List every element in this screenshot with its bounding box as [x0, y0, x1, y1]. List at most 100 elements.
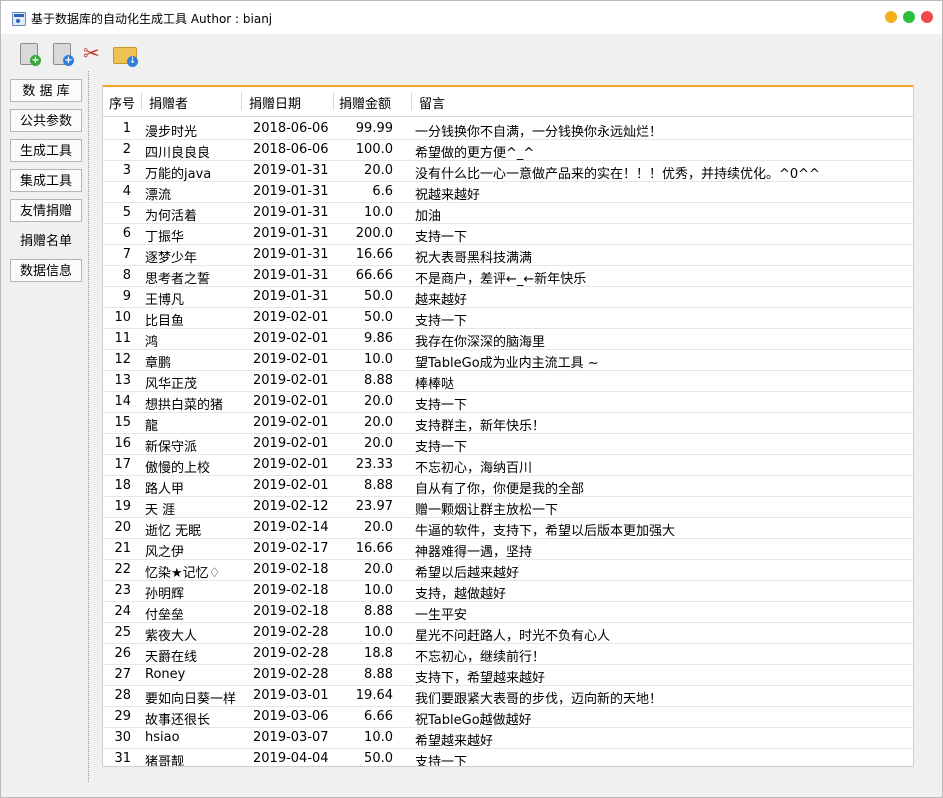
cell-name: 四川良良良 [145, 146, 211, 161]
column-resizer[interactable] [241, 92, 242, 110]
download-icon: ↓ [127, 56, 138, 67]
table-row[interactable]: 13 风华正茂 2019-02-01 8.88 棒棒哒 [103, 371, 913, 392]
table-row[interactable]: 11 鸿 2019-02-01 9.86 我存在你深深的脑海里 [103, 329, 913, 350]
nav-button-2[interactable]: 生成工具 [10, 139, 82, 162]
column-header-amount[interactable]: 捐赠金额 [339, 93, 391, 112]
column-header-message[interactable]: 留言 [419, 93, 445, 112]
cell-amount: 10.0 [364, 205, 393, 220]
table-row[interactable]: 6 丁振华 2019-01-31 200.0 支持一下 [103, 224, 913, 245]
nav-button-6[interactable]: 数据信息 [10, 259, 82, 282]
cell-name: 比目鱼 [145, 314, 185, 329]
maximize-button[interactable] [903, 11, 915, 23]
window-title: 基于数据库的自动化生成工具 Author : bianj [31, 12, 273, 26]
plus-icon: + [30, 55, 41, 66]
cell-date: 2019-01-31 [253, 247, 329, 262]
table-row[interactable]: 5 为何活着 2019-01-31 10.0 加油 [103, 203, 913, 224]
cell-date: 2018-06-06 [253, 142, 329, 157]
cell-amount: 20.0 [364, 415, 393, 430]
column-header-date[interactable]: 捐赠日期 [249, 93, 301, 112]
table-row[interactable]: 27 Roney 2019-02-28 8.88 支持下，希望越来越好 [103, 665, 913, 686]
add-connection-button[interactable]: + [49, 41, 75, 67]
cell-no: 11 [114, 331, 131, 346]
cell-message: 不忘初心，海纳百川 [415, 461, 533, 476]
table-row[interactable]: 29 故事还很长 2019-03-06 6.66 祝TableGo越做越好 [103, 707, 913, 728]
cell-no: 31 [114, 751, 131, 766]
table-row[interactable]: 25 紫夜大人 2019-02-28 10.0 星光不问赶路人，时光不负有心人 [103, 623, 913, 644]
minimize-button[interactable] [885, 11, 897, 23]
table-row[interactable]: 15 龍 2019-02-01 20.0 支持群主，新年快乐！ [103, 413, 913, 434]
table-row[interactable]: 21 风之伊 2019-02-17 16.66 神器难得一遇，坚持 [103, 539, 913, 560]
table-row[interactable]: 7 逐梦少年 2019-01-31 16.66 祝大表哥黑科技满满 [103, 245, 913, 266]
table-row[interactable]: 17 傲慢的上校 2019-02-01 23.33 不忘初心，海纳百川 [103, 455, 913, 476]
cell-name: 猪哥靓 [145, 755, 185, 767]
table-row[interactable]: 22 忆染★记忆♢ 2019-02-18 20.0 希望以后越来越好 [103, 560, 913, 581]
cell-amount: 100.0 [355, 142, 393, 157]
cell-name: 思考者之誓 [145, 272, 211, 287]
nav-button-4[interactable]: 友情捐赠 [10, 199, 82, 222]
table-header: 序号 捐赠者 捐赠日期 捐赠金额 留言 [103, 87, 913, 117]
cell-date: 2019-02-14 [253, 520, 329, 535]
cell-date: 2019-02-12 [253, 499, 329, 514]
table-row[interactable]: 3 万能的java 2019-01-31 20.0 没有什么比一心一意做产品来的实在！！… [103, 161, 913, 182]
table-row[interactable]: 26 天爵在线 2019-02-28 18.8 不忘初心，继续前行！ [103, 644, 913, 665]
column-resizer[interactable] [141, 92, 142, 110]
table-row[interactable]: 8 思考者之誓 2019-01-31 66.66 不是商户，差评←_←新年快乐 [103, 266, 913, 287]
cell-date: 2019-02-28 [253, 646, 329, 661]
cell-amount: 20.0 [364, 394, 393, 409]
table-row[interactable]: 31 猪哥靓 2019-04-04 50.0 支持一下 [103, 749, 913, 767]
nav-button-5[interactable]: 捐赠名单 [10, 229, 82, 252]
cell-date: 2019-03-07 [253, 730, 329, 745]
table-row[interactable]: 20 逝忆 无眠 2019-02-14 20.0 牛逼的软件，支持下，希望以后版本更加强… [103, 518, 913, 539]
column-header-no[interactable]: 序号 [109, 93, 135, 112]
table-row[interactable]: 4 漂流 2019-01-31 6.6 祝越来越好 [103, 182, 913, 203]
close-button[interactable] [921, 11, 933, 23]
column-resizer[interactable] [333, 92, 334, 110]
table-row[interactable]: 2 四川良良良 2018-06-06 100.0 希望做的更方便^_^ [103, 140, 913, 161]
cell-amount: 8.88 [364, 478, 393, 493]
table-row[interactable]: 9 王博凡 2019-01-31 50.0 越来越好 [103, 287, 913, 308]
cell-no: 24 [114, 604, 131, 619]
cell-message: 不是商户，差评←_←新年快乐 [415, 272, 587, 287]
table-row[interactable]: 16 新保守派 2019-02-01 20.0 支持一下 [103, 434, 913, 455]
cell-no: 18 [114, 478, 131, 493]
table-row[interactable]: 30 hsiao 2019-03-07 10.0 希望越来越好 [103, 728, 913, 749]
tools-button[interactable]: ✂ [81, 41, 107, 67]
cell-amount: 23.97 [355, 499, 393, 514]
cell-amount: 99.99 [355, 121, 393, 136]
divider [88, 71, 89, 782]
cell-no: 2 [122, 142, 131, 157]
cell-amount: 20.0 [364, 520, 393, 535]
table-row[interactable]: 23 孙明辉 2019-02-18 10.0 支持，越做越好 [103, 581, 913, 602]
cell-amount: 20.0 [364, 436, 393, 451]
open-folder-button[interactable]: ↓ [112, 41, 138, 67]
cell-message: 祝TableGo越做越好 [415, 713, 532, 728]
table-row[interactable]: 28 要如向日葵一样 2019-03-01 19.64 我们要跟紧大表哥的步伐，迈向新的… [103, 686, 913, 707]
cell-amount: 19.64 [355, 688, 393, 703]
nav-button-1[interactable]: 公共参数 [10, 109, 82, 132]
add-database-button[interactable]: + [16, 41, 42, 67]
cell-message: 祝大表哥黑科技满满 [415, 251, 533, 266]
cell-message: 祝越来越好 [415, 188, 481, 203]
cell-amount: 50.0 [364, 751, 393, 766]
cell-date: 2019-02-01 [253, 310, 329, 325]
cell-no: 28 [114, 688, 131, 703]
table-row[interactable]: 10 比目鱼 2019-02-01 50.0 支持一下 [103, 308, 913, 329]
table-row[interactable]: 18 路人甲 2019-02-01 8.88 自从有了你，你便是我的全部 [103, 476, 913, 497]
table-row[interactable]: 24 付垒垒 2019-02-18 8.88 一生平安 [103, 602, 913, 623]
cell-no: 8 [122, 268, 131, 283]
cell-no: 22 [114, 562, 131, 577]
table-row[interactable]: 1 漫步时光 2018-06-06 99.99 一分钱换你不自满，一分钱换你永远灿烂！ [103, 119, 913, 140]
column-resizer[interactable] [411, 92, 412, 110]
table-row[interactable]: 19 天 涯 2019-02-12 23.97 赠一颗烟让群主放松一下 [103, 497, 913, 518]
cell-amount: 200.0 [355, 226, 393, 241]
table-row[interactable]: 12 章鹏 2019-02-01 10.0 望TableGo成为业内主流工具 ~ [103, 350, 913, 371]
cell-name: 为何活着 [145, 209, 198, 224]
cell-message: 没有什么比一心一意做产品来的实在！！！优秀，并持续优化。^0^^ [415, 167, 820, 182]
cell-message: 牛逼的软件，支持下，希望以后版本更加强大 [415, 524, 676, 539]
app-window: 基于数据库的自动化生成工具 Author : bianj + + ✂ ↓ 数 据… [0, 0, 943, 798]
title-bar[interactable]: 基于数据库的自动化生成工具 Author : bianj [1, 1, 942, 34]
nav-button-0[interactable]: 数 据 库 [10, 79, 82, 102]
nav-button-3[interactable]: 集成工具 [10, 169, 82, 192]
table-row[interactable]: 14 想拱白菜的猪 2019-02-01 20.0 支持一下 [103, 392, 913, 413]
column-header-donor[interactable]: 捐赠者 [149, 93, 188, 112]
